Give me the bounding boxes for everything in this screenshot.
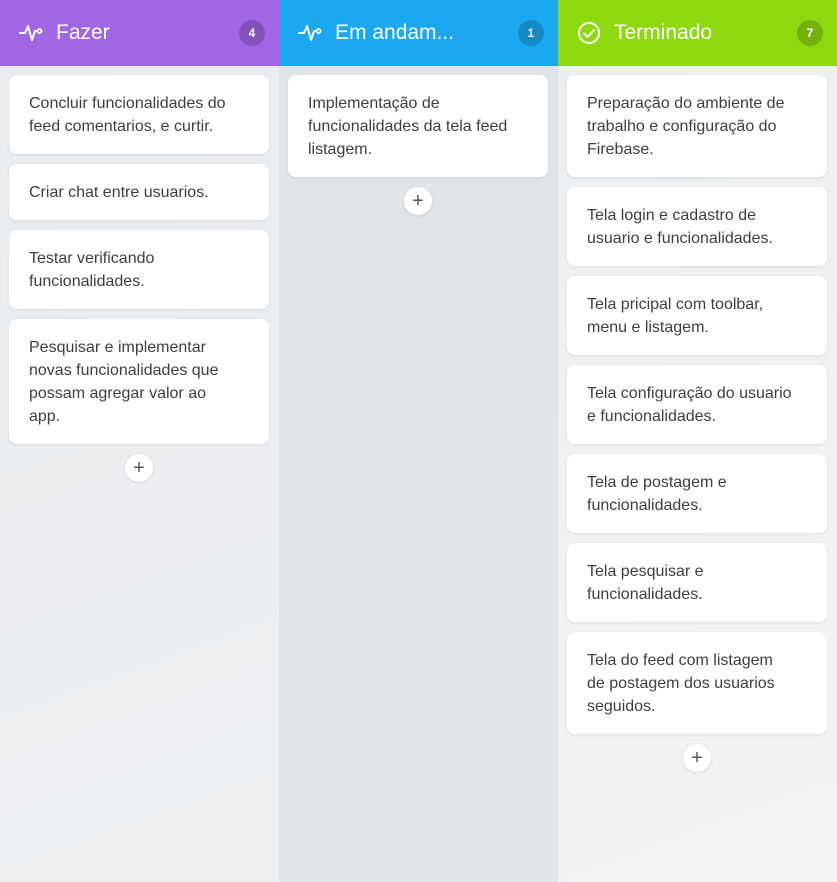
- column-header-em-andamento[interactable]: Em andam... 1: [279, 0, 558, 66]
- task-card[interactable]: Pesquisar e implementar novas funcionali…: [9, 319, 269, 444]
- task-card[interactable]: Tela login e cadastro de usuario e funci…: [567, 187, 827, 266]
- column-em-andamento: Em andam... 1 Implementação de funcional…: [279, 0, 558, 882]
- task-card[interactable]: Concluir funcionalidades do feed comenta…: [9, 75, 269, 154]
- card-list: Concluir funcionalidades do feed comenta…: [0, 66, 279, 482]
- card-text: Tela pesquisar e funcionalidades.: [587, 563, 704, 603]
- column-title: Fazer: [56, 21, 110, 44]
- card-text: Concluir funcionalidades do feed comenta…: [29, 95, 226, 135]
- check-circle-icon: [576, 20, 602, 46]
- task-card[interactable]: Preparação do ambiente de trabalho e con…: [567, 75, 827, 177]
- card-text: Tela de postagem e funcionalidades.: [587, 474, 727, 514]
- card-text: Tela login e cadastro de usuario e funci…: [587, 207, 773, 247]
- column-header-terminado[interactable]: Terminado 7: [558, 0, 837, 66]
- card-count-badge: 4: [239, 20, 265, 46]
- card-list: Implementação de funcionalidades da tela…: [279, 66, 558, 215]
- task-card[interactable]: Criar chat entre usuarios.: [9, 164, 269, 220]
- column-title: Terminado: [614, 21, 713, 44]
- card-count-badge: 7: [797, 20, 823, 46]
- column-title: Em andam...: [335, 21, 455, 44]
- card-list: Preparação do ambiente de trabalho e con…: [558, 66, 837, 772]
- activity-icon: [18, 20, 44, 46]
- column-fazer: Fazer 4 Concluir funcionalidades do feed…: [0, 0, 279, 882]
- card-text: Preparação do ambiente de trabalho e con…: [587, 95, 785, 158]
- task-card[interactable]: Tela configuração do usuario e funcional…: [567, 365, 827, 444]
- card-text: Testar verificando funcionalidades.: [29, 250, 155, 290]
- add-card-button[interactable]: +: [125, 454, 153, 482]
- task-card[interactable]: Tela pricipal com toolbar, menu e listag…: [567, 276, 827, 355]
- card-text: Implementação de funcionalidades da tela…: [308, 95, 508, 158]
- card-text: Tela do feed com listagem de postagem do…: [587, 652, 775, 715]
- card-count-badge: 1: [518, 20, 544, 46]
- card-text: Tela configuração do usuario e funcional…: [587, 385, 792, 425]
- task-card[interactable]: Implementação de funcionalidades da tela…: [288, 75, 548, 177]
- task-card[interactable]: Tela pesquisar e funcionalidades.: [567, 543, 827, 622]
- task-card[interactable]: Tela de postagem e funcionalidades.: [567, 454, 827, 533]
- column-terminado: Terminado 7 Preparação do ambiente de tr…: [558, 0, 837, 882]
- add-card-button[interactable]: +: [683, 744, 711, 772]
- card-text: Criar chat entre usuarios.: [29, 184, 209, 201]
- card-text: Pesquisar e implementar novas funcionali…: [29, 339, 219, 425]
- column-header-fazer[interactable]: Fazer 4: [0, 0, 279, 66]
- card-text: Tela pricipal com toolbar, menu e listag…: [587, 296, 764, 336]
- kanban-board: Fazer 4 Concluir funcionalidades do feed…: [0, 0, 837, 882]
- add-card-button[interactable]: +: [404, 187, 432, 215]
- task-card[interactable]: Testar verificando funcionalidades.: [9, 230, 269, 309]
- task-card[interactable]: Tela do feed com listagem de postagem do…: [567, 632, 827, 734]
- activity-icon: [297, 20, 323, 46]
